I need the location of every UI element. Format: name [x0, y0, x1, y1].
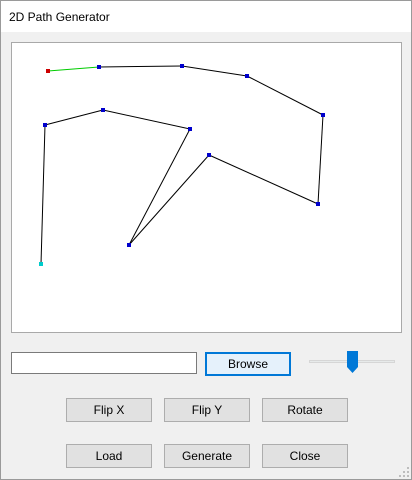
- slider-thumb[interactable]: [347, 351, 358, 373]
- load-button[interactable]: Load: [66, 444, 152, 468]
- path-point[interactable]: [207, 153, 211, 157]
- path-point[interactable]: [97, 65, 101, 69]
- title-bar[interactable]: 2D Path Generator: [1, 1, 411, 32]
- path-point[interactable]: [127, 243, 131, 247]
- path-canvas[interactable]: [11, 42, 402, 333]
- path-segment: [102, 109, 191, 130]
- path-point[interactable]: [101, 108, 105, 112]
- path-point[interactable]: [245, 74, 249, 78]
- path-end-point[interactable]: [39, 262, 43, 266]
- path-point[interactable]: [321, 113, 325, 117]
- flip-x-button[interactable]: Flip X: [66, 398, 152, 422]
- generate-button[interactable]: Generate: [164, 444, 250, 468]
- path-segment: [246, 75, 324, 116]
- path-segment: [47, 66, 100, 72]
- rotate-button[interactable]: Rotate: [262, 398, 348, 422]
- file-path-input[interactable]: [11, 352, 197, 374]
- path-segment: [181, 65, 248, 77]
- resize-grip-icon[interactable]: [399, 467, 409, 477]
- path-segment: [98, 65, 183, 68]
- path-segment: [317, 114, 324, 205]
- flip-y-button[interactable]: Flip Y: [164, 398, 250, 422]
- path-point[interactable]: [188, 127, 192, 131]
- path-segment: [40, 124, 46, 265]
- zoom-slider[interactable]: [309, 349, 395, 375]
- path-point[interactable]: [316, 202, 320, 206]
- path-segment: [208, 154, 319, 205]
- browse-button[interactable]: Browse: [205, 352, 291, 376]
- app-window: 2D Path Generator Browse Flip X Flip Y R…: [0, 0, 412, 480]
- window-title: 2D Path Generator: [9, 10, 110, 24]
- path-point[interactable]: [43, 123, 47, 127]
- path-segment: [44, 109, 104, 126]
- path-drawing: [39, 64, 325, 266]
- path-start-point[interactable]: [46, 69, 50, 73]
- close-button[interactable]: Close: [262, 444, 348, 468]
- path-point[interactable]: [180, 64, 184, 68]
